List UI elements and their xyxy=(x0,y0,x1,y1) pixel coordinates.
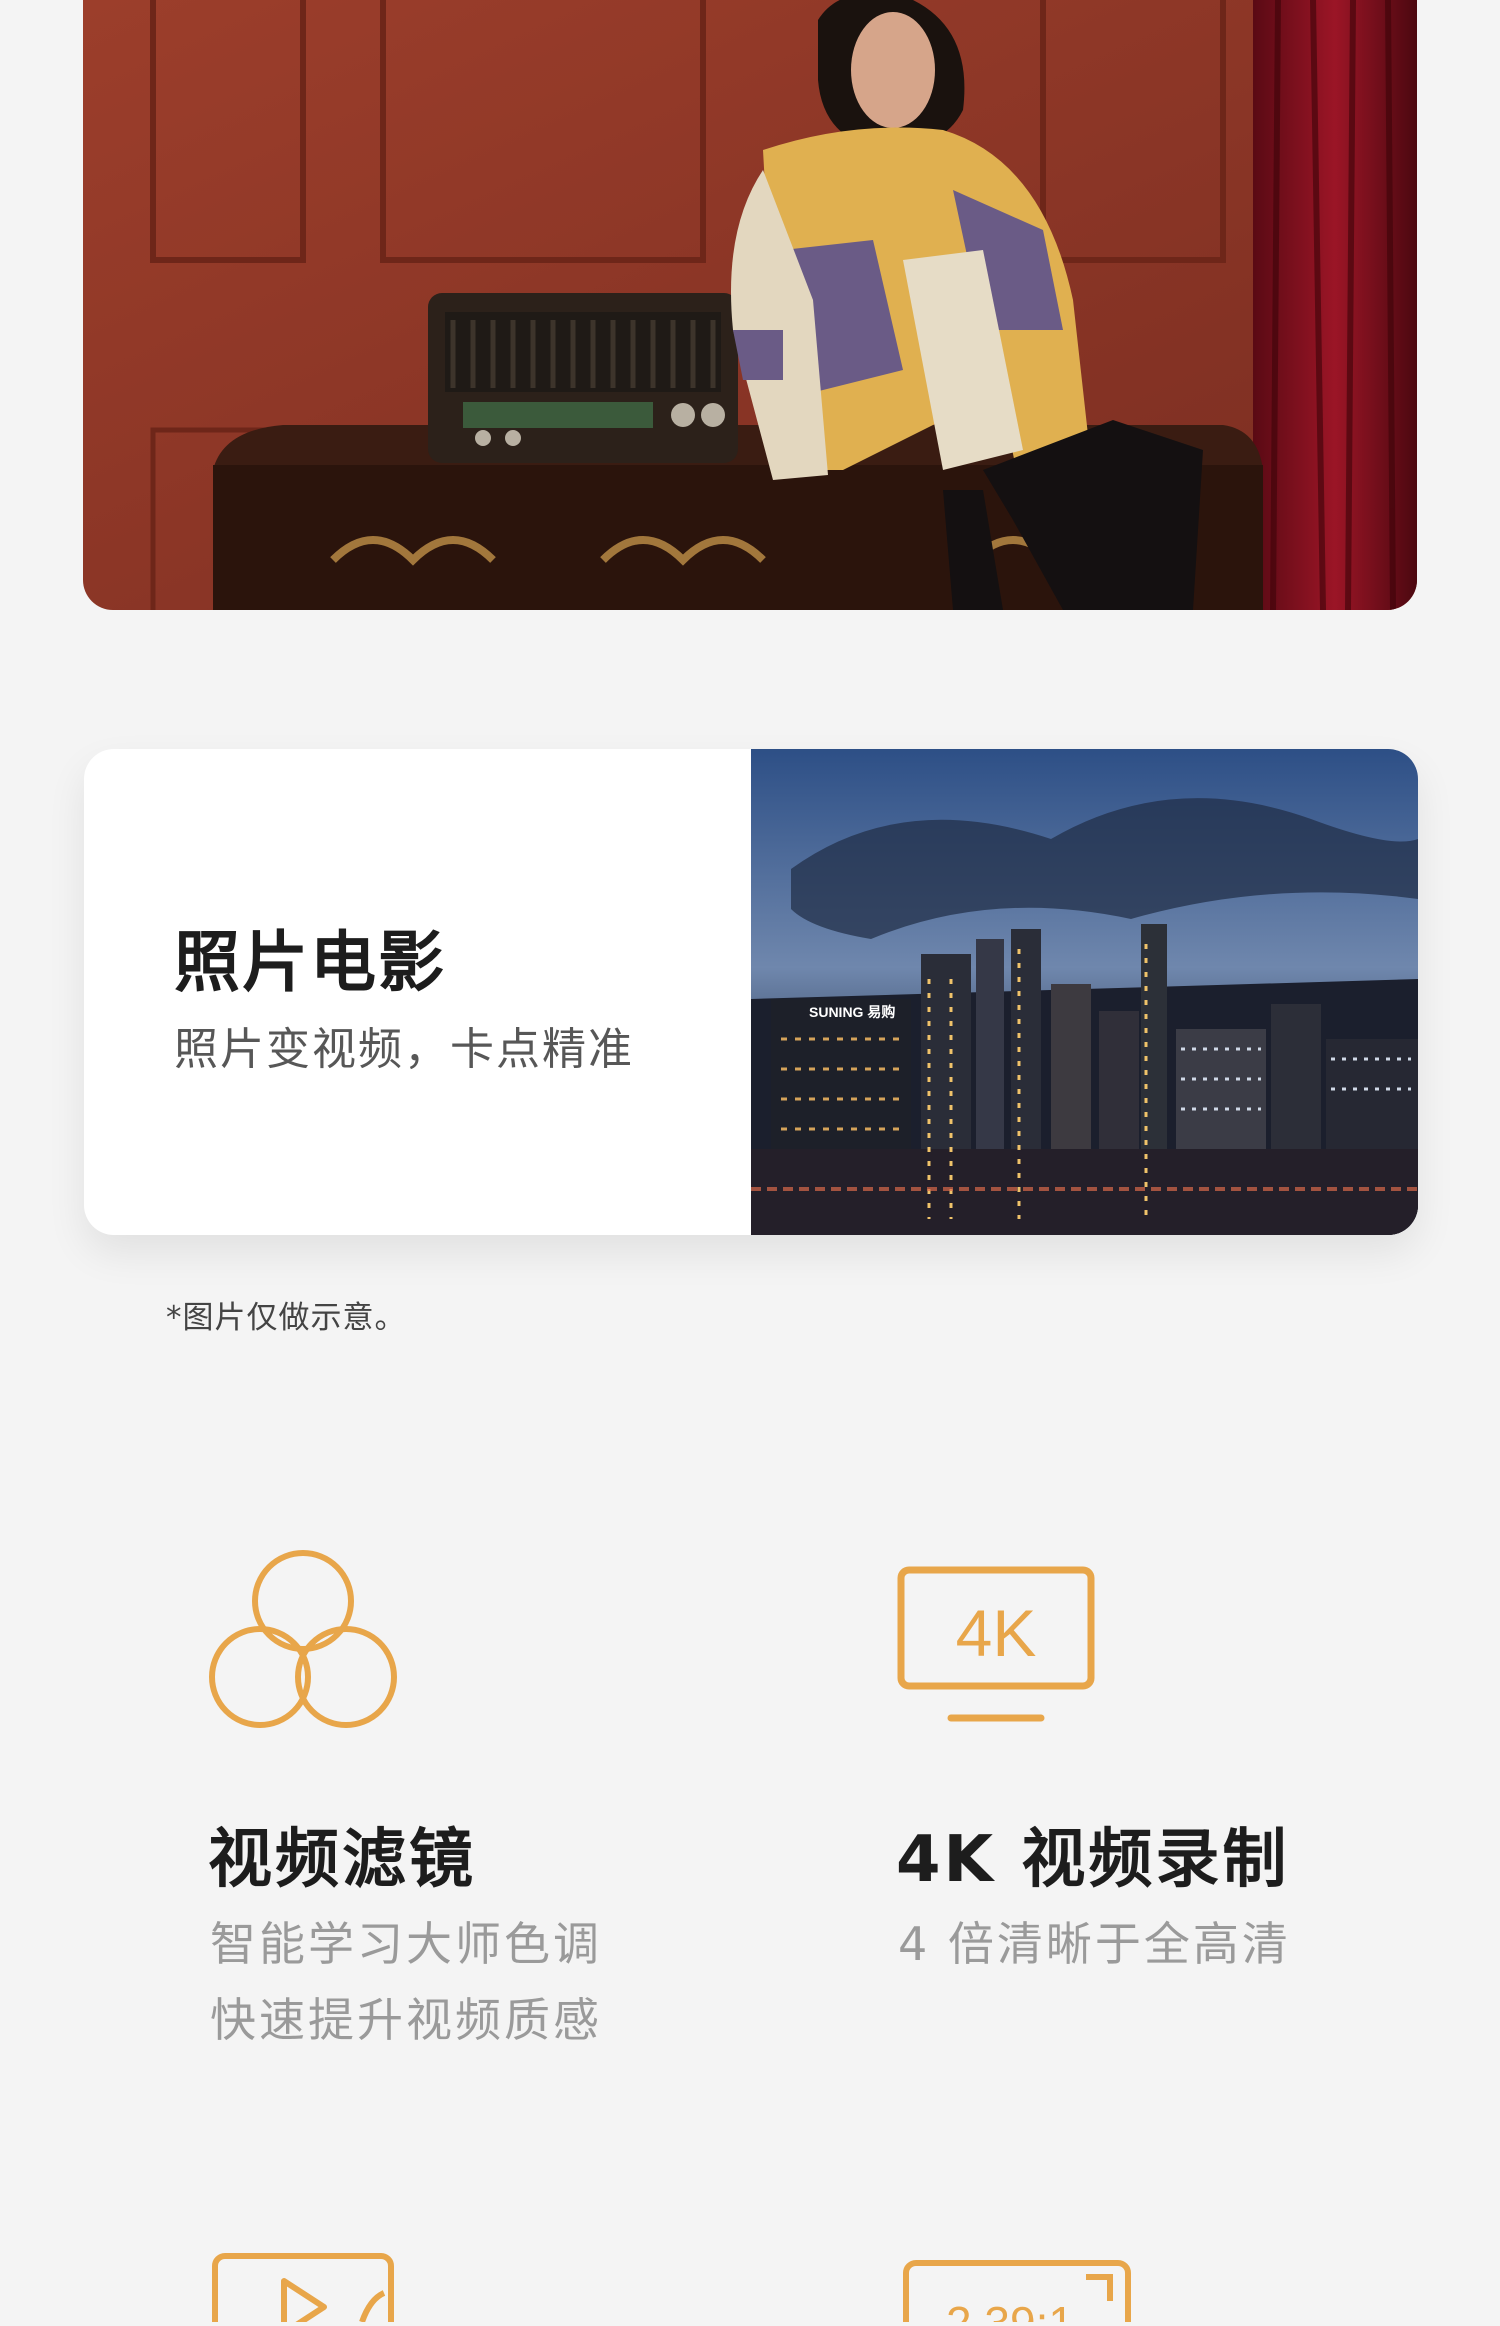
feature-desc-line: 4 倍清晰于全高清 xyxy=(898,1917,1291,1971)
image-disclaimer: *图片仅做示意。 xyxy=(166,1300,407,1336)
feature-desc-line: 智能学习大师色调 xyxy=(210,1917,602,1971)
photo-movie-text: 照片电影 照片变视频，卡点精准 xyxy=(84,749,751,1235)
aspect-ratio-icon: 2.39:1 xyxy=(902,2259,1134,2326)
photo-sign-text: SUNING 易购 xyxy=(809,1004,895,1020)
4k-monitor-icon: 4K xyxy=(897,1566,1097,1730)
feature-title-filters: 视频滤镜 xyxy=(208,1823,476,1897)
video-edit-icon xyxy=(212,2253,398,2326)
photo-movie-card: 照片电影 照片变视频，卡点精准 SUNING 易购 xyxy=(84,749,1418,1235)
feature-desc-line: 快速提升视频质感 xyxy=(210,1993,602,2047)
photo-movie-title: 照片电影 xyxy=(174,924,446,1001)
feature-title-4k: 4K 视频录制 xyxy=(896,1823,1290,1897)
aspect-ratio-text: 2.39:1 xyxy=(946,2297,1074,2322)
filter-circles-icon xyxy=(208,1549,398,1735)
photo-movie-subtitle: 照片变视频，卡点精准 xyxy=(174,1024,634,1075)
4k-icon-text: 4K xyxy=(956,1596,1037,1670)
city-night-photo: SUNING 易购 xyxy=(751,749,1418,1235)
feature-desc-filters: 智能学习大师色调 快速提升视频质感 xyxy=(210,1906,602,2058)
feature-desc-4k: 4 倍清晰于全高清 xyxy=(898,1906,1291,1982)
hero-photo xyxy=(83,0,1417,610)
